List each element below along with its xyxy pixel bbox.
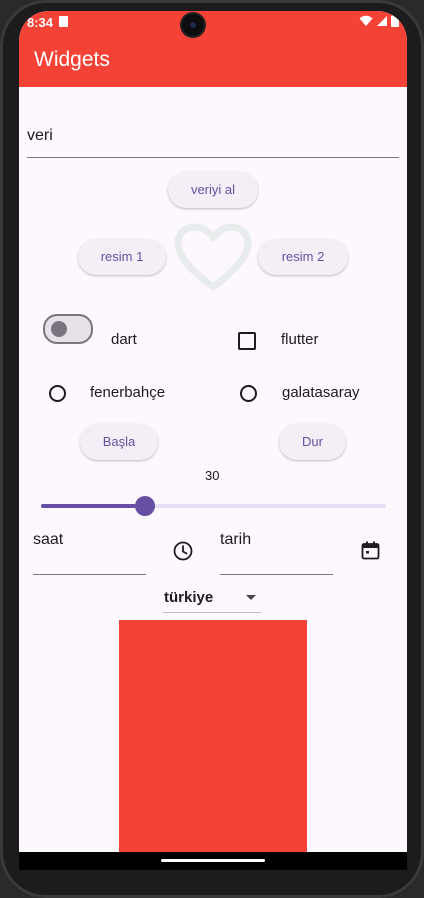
get-data-button[interactable]: veriyi al xyxy=(168,172,258,208)
start-button[interactable]: Başla xyxy=(80,424,158,460)
content-area: veri veriyi al resim 1 resim 2 dart flut… xyxy=(19,87,407,869)
heart-icon xyxy=(174,223,252,291)
time-field-value: saat xyxy=(33,531,64,548)
slider-value-label: 30 xyxy=(205,468,220,483)
dropdown-selected-value: türkiye xyxy=(164,589,214,606)
radio-label-fenerbahce: fenerbahçe xyxy=(90,384,166,401)
radio-galatasaray[interactable] xyxy=(240,385,257,402)
gesture-handle[interactable] xyxy=(161,859,265,862)
date-field[interactable]: tarih xyxy=(220,531,333,561)
value-slider[interactable] xyxy=(41,490,386,522)
dart-switch[interactable] xyxy=(43,314,93,344)
calendar-icon[interactable] xyxy=(361,541,380,560)
clock-icon[interactable] xyxy=(173,541,193,561)
wifi-icon xyxy=(359,15,373,26)
switch-label: dart xyxy=(111,331,137,348)
image-1-button[interactable]: resim 1 xyxy=(78,239,166,275)
sim-card-icon xyxy=(59,16,68,27)
status-bar: 8:34 xyxy=(19,11,407,35)
battery-icon xyxy=(391,14,399,27)
slider-active-track xyxy=(41,504,145,508)
page-title: Widgets xyxy=(34,48,110,71)
status-time: 8:34 xyxy=(27,15,54,30)
app-screen: 8:34 Widgets veri veriyi al resim 1 resi… xyxy=(19,11,407,869)
dropdown-underline xyxy=(163,612,261,613)
image-2-button[interactable]: resim 2 xyxy=(258,239,348,275)
status-icons xyxy=(359,14,399,27)
red-box xyxy=(119,620,307,869)
app-bar: Widgets xyxy=(19,35,407,87)
switch-thumb xyxy=(51,321,67,337)
country-dropdown[interactable]: türkiye xyxy=(163,586,261,612)
signal-icon xyxy=(377,15,387,26)
navigation-bar xyxy=(19,852,407,870)
stop-button[interactable]: Dur xyxy=(279,424,346,460)
data-text-field[interactable]: veri xyxy=(27,127,399,157)
slider-thumb[interactable] xyxy=(135,496,155,516)
dropdown-arrow-icon xyxy=(246,595,256,600)
flutter-checkbox[interactable] xyxy=(238,332,256,350)
time-field-underline xyxy=(33,574,146,575)
text-field-underline xyxy=(27,157,399,158)
radio-fenerbahce[interactable] xyxy=(49,385,66,402)
time-field[interactable]: saat xyxy=(33,531,146,561)
front-camera xyxy=(182,14,204,36)
checkbox-label: flutter xyxy=(281,331,319,348)
text-field-value: veri xyxy=(27,127,53,144)
date-field-value: tarih xyxy=(220,531,252,548)
radio-label-galatasaray: galatasaray xyxy=(282,384,360,401)
date-field-underline xyxy=(220,574,333,575)
